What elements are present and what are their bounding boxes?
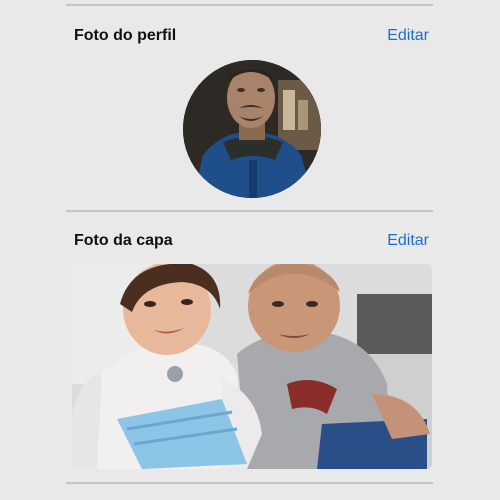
cover-photo[interactable] (72, 264, 432, 469)
edit-cover-photo-button[interactable]: Editar (387, 231, 429, 251)
bottom-divider (66, 482, 433, 484)
cover-photo-image (72, 264, 432, 469)
profile-photo-title: Foto do perfil (74, 27, 177, 44)
cover-photo-title: Foto da capa (74, 232, 173, 249)
edit-profile-photo-button[interactable]: Editar (387, 26, 429, 46)
middle-divider (66, 210, 433, 212)
profile-photo-image (183, 60, 321, 198)
profile-photo-avatar[interactable] (183, 60, 321, 198)
profile-edit-page: Foto do perfil Editar Foto da capa Edita… (0, 0, 500, 500)
top-divider (66, 4, 433, 6)
